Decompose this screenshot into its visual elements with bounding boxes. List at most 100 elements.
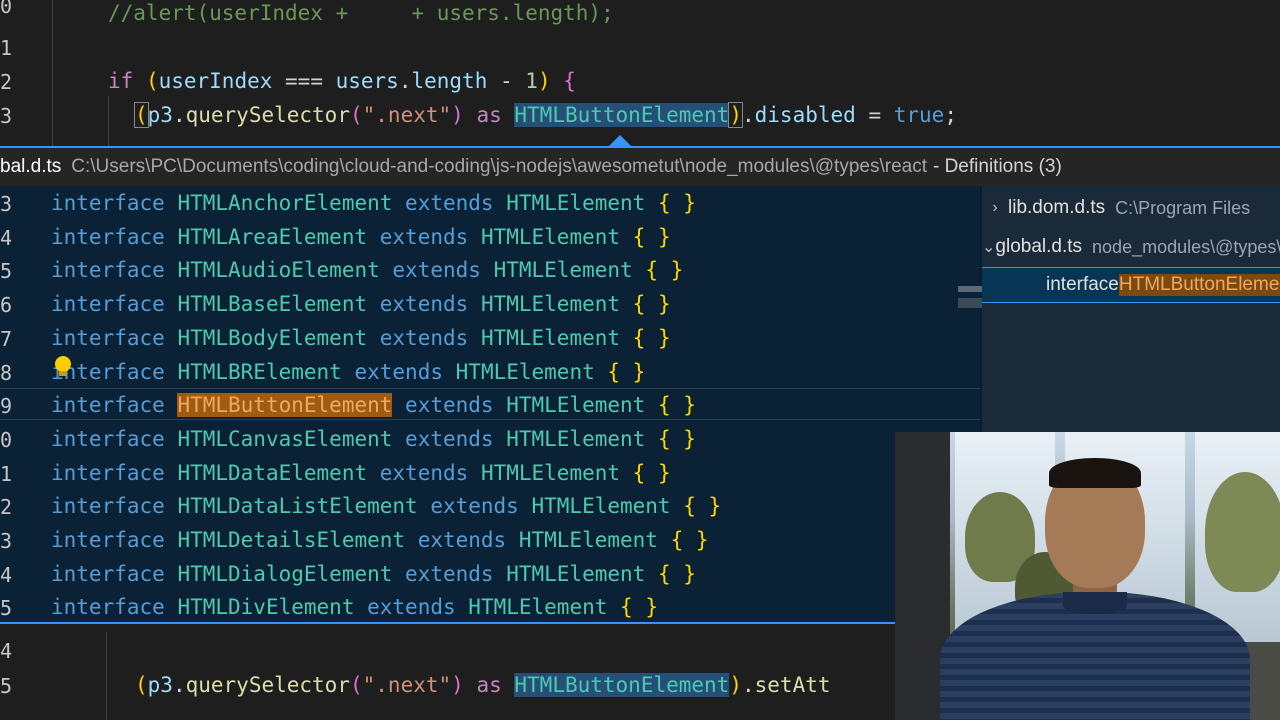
tree-item-description: node_modules\@types\react <box>1092 236 1280 257</box>
peek-file-path: C:\Users\PC\Documents\coding\cloud-and-c… <box>71 156 927 177</box>
overview-ruler-mark <box>958 286 982 292</box>
braces: { } <box>632 325 671 350</box>
editor-top[interactable]: 0 1 2 3 //alert(userIndex + + users.leng… <box>0 0 1280 146</box>
keyword: extends <box>379 325 469 350</box>
identifier: disabled <box>754 103 856 127</box>
bracket: ) <box>537 69 551 93</box>
base-type: HTMLElement <box>480 325 621 350</box>
interface-name: HTMLDivElement <box>177 595 355 620</box>
line-number: 6 <box>0 293 13 318</box>
line-number: 0 <box>0 427 13 452</box>
peek-code-line: interface HTMLDataListElement extends HT… <box>51 494 721 518</box>
function: querySelector <box>185 103 350 127</box>
peek-code-line: interface HTMLDetailsElement extends HTM… <box>51 528 709 552</box>
bracket: ( <box>133 69 159 93</box>
base-type: HTMLElement <box>506 561 646 586</box>
number: 1 <box>525 69 538 93</box>
function: setAtt <box>754 673 831 697</box>
indent-guide <box>106 632 107 720</box>
base-type: HTMLElement <box>455 359 595 384</box>
tree-item-description: C:\Program Files <box>1115 197 1251 218</box>
base-type: HTMLElement <box>493 258 633 283</box>
interface-name: HTMLDataListElement <box>177 494 418 519</box>
keyword: extends <box>417 528 507 552</box>
line-number: 4 <box>0 225 13 250</box>
keyword: interface <box>51 258 165 283</box>
braces: { } <box>607 359 646 384</box>
base-type: HTMLElement <box>480 460 621 485</box>
keyword: interface <box>51 393 165 418</box>
base-type: HTMLElement <box>506 426 646 451</box>
line-number: 3 <box>0 104 13 128</box>
tree-item-lib-dom[interactable]: › lib.dom.d.ts C:\Program Files <box>982 191 1280 225</box>
line-number: 1 <box>0 36 13 60</box>
type-reference-highlight[interactable]: HTMLButtonElement <box>514 673 730 697</box>
line-number: 7 <box>0 326 13 351</box>
tree-item-definition-selected[interactable]: interface HTMLButtonElement <box>982 267 1280 303</box>
keyword: as <box>463 673 515 697</box>
keyword: extends <box>379 224 469 249</box>
peek-code-line: interface HTMLButtonElement extends HTML… <box>51 393 696 418</box>
identifier: userIndex <box>158 69 273 93</box>
interface-name: HTMLAnchorElement <box>177 191 393 215</box>
keyword: as <box>463 103 515 127</box>
braces: { } <box>670 528 709 552</box>
keyword: true <box>893 103 945 127</box>
indent-guide <box>108 96 109 146</box>
code-line-disabled: (p3.querySelector(".next") as HTMLButton… <box>134 102 957 128</box>
function: querySelector <box>185 673 350 697</box>
bracket: ) <box>728 102 743 128</box>
overview-ruler-mark <box>958 298 982 308</box>
keyword: interface <box>51 191 165 215</box>
base-type: HTMLElement <box>506 393 646 418</box>
keyword: interface <box>51 292 165 317</box>
keyword: if <box>108 69 134 93</box>
tree-item-global[interactable]: ⌄ global.d.ts node_modules\@types\react <box>982 230 1280 264</box>
peek-code-line: interface HTMLDivElement extends HTMLEle… <box>51 595 658 619</box>
peek-file-name[interactable]: bal.d.ts <box>0 156 61 178</box>
peek-code-line: interface HTMLCanvasElement extends HTML… <box>51 427 696 451</box>
keyword: extends <box>405 561 494 586</box>
line-number: 5 <box>0 259 13 284</box>
bracket: { <box>550 69 576 93</box>
braces: { } <box>657 561 696 586</box>
braces: { } <box>632 292 671 317</box>
operator: - <box>487 69 526 93</box>
bracket: ( <box>135 673 148 697</box>
bracket: ( <box>349 673 363 697</box>
type-reference-highlight[interactable]: HTMLButtonElement <box>514 103 730 127</box>
line-number: 1 <box>0 461 13 486</box>
interface-name: HTMLDetailsElement <box>177 528 406 552</box>
peek-code-line: interface HTMLBodyElement extends HTMLEl… <box>51 326 671 350</box>
peek-header[interactable]: bal.d.ts C:\Users\PC\Documents\coding\cl… <box>0 146 1280 186</box>
peek-code-line: interface HTMLBRElement extends HTMLElem… <box>51 360 645 384</box>
braces: { } <box>657 426 696 451</box>
lightbulb-icon[interactable] <box>55 356 71 372</box>
base-type: HTMLElement <box>480 224 621 249</box>
peek-code-view[interactable]: 3 interface HTMLAnchorElement extends HTM… <box>0 186 980 624</box>
line-number: 3 <box>0 529 13 553</box>
braces: { } <box>620 595 658 620</box>
